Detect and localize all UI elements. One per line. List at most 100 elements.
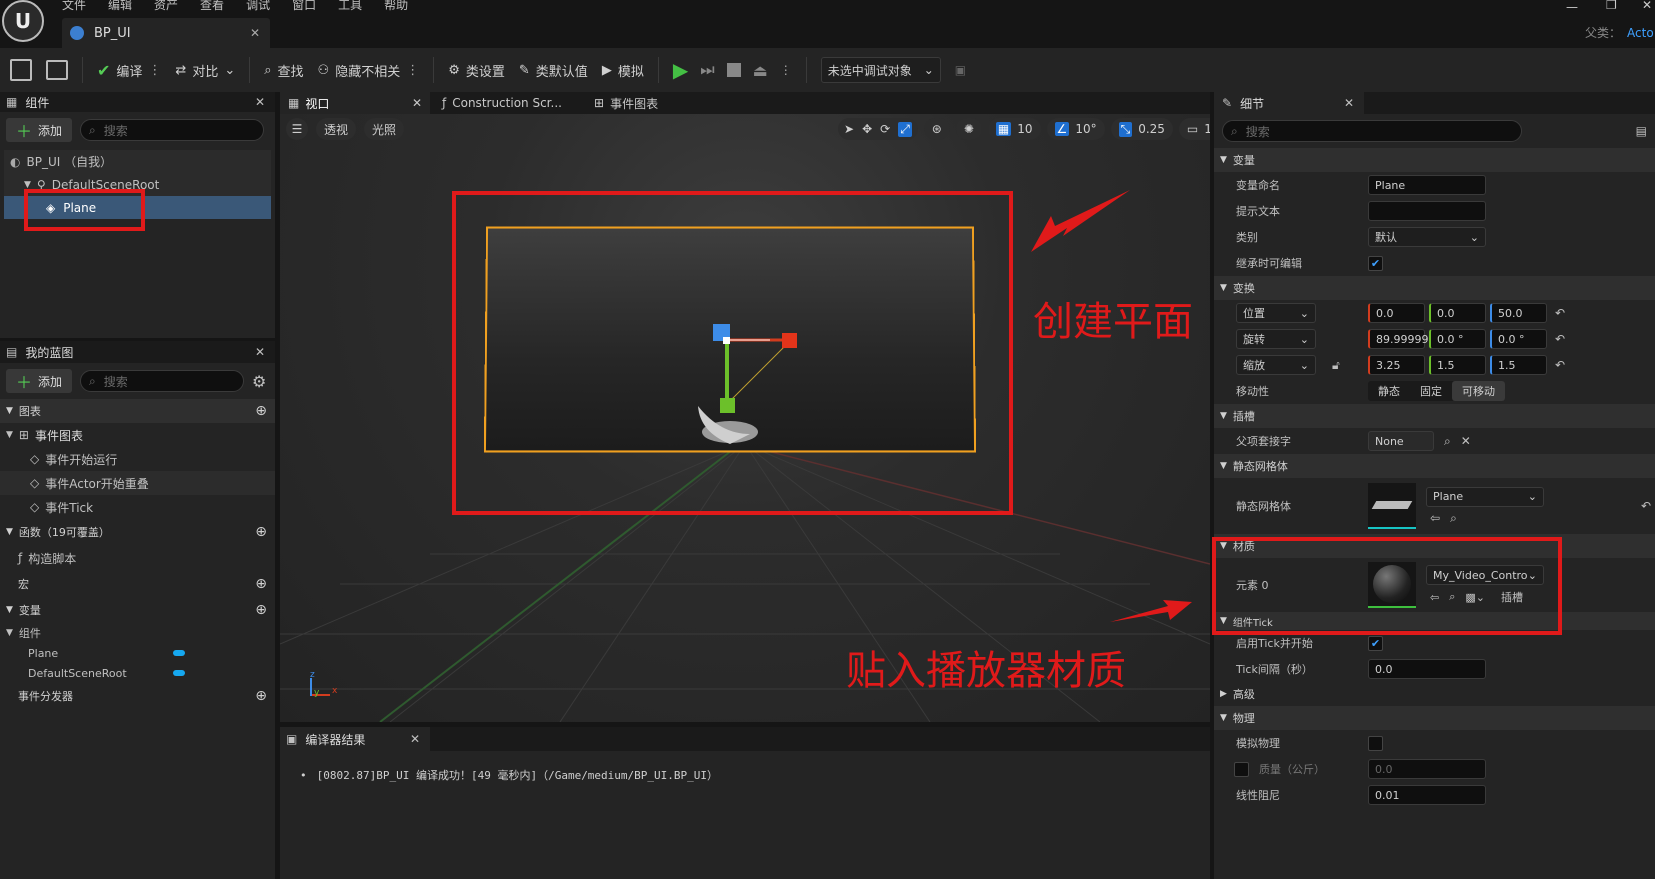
- add-graph-icon[interactable]: ⊕: [255, 403, 267, 419]
- section-transform[interactable]: ▼ 变换: [1214, 276, 1655, 300]
- play-options-icon[interactable]: ⋮: [780, 63, 792, 77]
- scale-dropdown[interactable]: 缩放 ⌄: [1236, 355, 1316, 375]
- scale-x-input[interactable]: 3.25: [1368, 355, 1425, 375]
- lock-icon[interactable]: 🔓︎: [1332, 358, 1360, 373]
- reset-icon[interactable]: ↶: [1555, 306, 1565, 320]
- rotation-dropdown[interactable]: 旋转 ⌄: [1236, 329, 1316, 349]
- tab-construction-script[interactable]: ƒ Construction Scr...: [434, 92, 582, 114]
- add-component-button[interactable]: ＋ 添加: [6, 118, 73, 142]
- use-selected-icon[interactable]: ⇦: [1430, 511, 1440, 525]
- variable-item[interactable]: Plane: [0, 643, 275, 663]
- mobility-stationary[interactable]: 固定: [1410, 381, 1452, 401]
- section-static-mesh[interactable]: ▼ 静态网格体: [1214, 454, 1655, 478]
- event-dispatchers-section[interactable]: 事件分发器 ⊕: [0, 683, 275, 709]
- menu-tools[interactable]: 工具: [338, 0, 362, 13]
- reset-icon[interactable]: ↶: [1555, 332, 1565, 346]
- class-settings-button[interactable]: ⚙ 类设置: [448, 61, 505, 80]
- linear-damping-input[interactable]: 0.01: [1368, 785, 1486, 805]
- debug-target-dropdown[interactable]: 未选中调试对象 ⌄: [820, 57, 941, 83]
- blueprint-search-input[interactable]: ⌕ 搜索: [80, 370, 245, 392]
- compiler-tab[interactable]: ▣ 编译器结果 ✕: [280, 727, 430, 751]
- event-graph-item[interactable]: ▼ ⊞ 事件图表: [0, 423, 275, 447]
- location-z-input[interactable]: 50.0: [1490, 303, 1547, 323]
- tab-event-graph[interactable]: ⊞ 事件图表: [586, 92, 666, 114]
- compile-button[interactable]: ✔ 编译 ⋮: [97, 61, 161, 80]
- stop-icon[interactable]: [726, 63, 741, 77]
- tooltip-input[interactable]: [1368, 201, 1486, 221]
- browse-asset-icon[interactable]: ⌕: [1450, 511, 1457, 526]
- construction-script-item[interactable]: ƒ 构造脚本: [0, 545, 275, 571]
- add-macro-icon[interactable]: ⊕: [255, 576, 267, 592]
- table-view-icon[interactable]: ▤: [1636, 124, 1647, 138]
- more-options-icon[interactable]: ⋮: [406, 63, 419, 78]
- static-mesh-dropdown[interactable]: Plane ⌄: [1426, 486, 1544, 507]
- class-defaults-button[interactable]: ✎ 类默认值: [519, 61, 588, 80]
- variable-name-input[interactable]: Plane: [1368, 175, 1486, 195]
- variables-section[interactable]: ▼ 变量 ⊕: [0, 597, 275, 623]
- section-variable[interactable]: ▼ 变量: [1214, 148, 1655, 172]
- parent-class-link[interactable]: Acto: [1627, 26, 1654, 40]
- location-x-input[interactable]: 0.0: [1368, 303, 1425, 323]
- section-sockets[interactable]: ▼ 插槽: [1214, 404, 1655, 428]
- tab-viewport[interactable]: ▦ 视口 ✕: [280, 92, 430, 114]
- details-tab[interactable]: ✎ 细节 ✕: [1214, 92, 1364, 114]
- event-item[interactable]: ◇ 事件Tick: [0, 495, 275, 519]
- caret-down-icon[interactable]: ▼: [24, 180, 31, 190]
- menu-file[interactable]: 文件: [62, 0, 86, 13]
- close-panel-icon[interactable]: ✕: [255, 345, 265, 359]
- scale-z-input[interactable]: 1.5: [1490, 355, 1547, 375]
- mesh-thumbnail[interactable]: [1368, 483, 1416, 529]
- components-group[interactable]: ▼ 组件: [0, 623, 275, 643]
- reset-icon[interactable]: ↶: [1641, 499, 1651, 513]
- doc-tab[interactable]: BP_UI ✕: [62, 18, 270, 48]
- menu-debug[interactable]: 调试: [246, 0, 270, 13]
- start-tick-checkbox[interactable]: ✔: [1368, 635, 1383, 651]
- close-panel-icon[interactable]: ✕: [255, 95, 265, 109]
- eject-icon[interactable]: ⏏: [753, 61, 768, 80]
- menu-help[interactable]: 帮助: [384, 0, 408, 13]
- mobility-movable[interactable]: 可移动: [1452, 381, 1505, 401]
- restore-icon[interactable]: ❐: [1606, 0, 1617, 12]
- menu-asset[interactable]: 资产: [154, 0, 178, 13]
- scale-y-input[interactable]: 1.5: [1429, 355, 1486, 375]
- play-icon[interactable]: ▶: [673, 58, 688, 82]
- functions-section[interactable]: ▼ 函数（19可覆盖） ⊕: [0, 519, 275, 545]
- gear-icon[interactable]: ⚙: [252, 372, 266, 391]
- debug-filter-icon[interactable]: ▣: [955, 63, 966, 77]
- minimize-icon[interactable]: —: [1566, 0, 1578, 14]
- event-item[interactable]: ◇ 事件Actor开始重叠: [0, 471, 275, 495]
- components-search-input[interactable]: ⌕ 搜索: [80, 119, 265, 141]
- mass-input[interactable]: 0.0: [1368, 759, 1486, 779]
- menu-view[interactable]: 查看: [200, 0, 224, 13]
- details-search-input[interactable]: ⌕ 搜索: [1222, 120, 1522, 142]
- close-tab-icon[interactable]: ✕: [412, 96, 422, 110]
- graphs-section[interactable]: ▼ 图表 ⊕: [0, 399, 275, 423]
- browse-icon[interactable]: [46, 60, 68, 80]
- section-advanced[interactable]: ▶ 高级: [1214, 682, 1655, 706]
- rotation-x-input[interactable]: 89.99999: [1368, 329, 1429, 349]
- step-icon[interactable]: ⏭: [700, 60, 714, 80]
- reset-icon[interactable]: ↶: [1555, 358, 1565, 372]
- add-variable-icon[interactable]: ⊕: [255, 602, 267, 618]
- variable-item[interactable]: DefaultSceneRoot: [0, 663, 275, 683]
- find-button[interactable]: ⌕ 查找: [264, 61, 303, 80]
- close-tab-icon[interactable]: ✕: [250, 26, 260, 40]
- add-function-icon[interactable]: ⊕: [255, 524, 267, 540]
- add-dispatcher-icon[interactable]: ⊕: [255, 688, 267, 704]
- mobility-static[interactable]: 静态: [1368, 381, 1410, 401]
- diff-button[interactable]: ⇄ 对比 ⌄: [175, 61, 235, 80]
- macros-section[interactable]: 宏 ⊕: [0, 571, 275, 597]
- hide-unrelated-button[interactable]: ⚇ 隐藏不相关 ⋮: [318, 61, 420, 80]
- menu-edit[interactable]: 编辑: [108, 0, 132, 13]
- save-icon[interactable]: [10, 59, 32, 81]
- section-physics[interactable]: ▼ 物理: [1214, 706, 1655, 730]
- menu-window[interactable]: 窗口: [292, 0, 316, 13]
- mass-override-checkbox[interactable]: [1234, 761, 1249, 777]
- browse-socket-icon[interactable]: ⌕: [1444, 434, 1451, 449]
- close-tab-icon[interactable]: ✕: [1344, 96, 1354, 110]
- editable-checkbox[interactable]: ✔: [1368, 255, 1383, 271]
- simulate-physics-checkbox[interactable]: [1368, 735, 1383, 751]
- location-y-input[interactable]: 0.0: [1429, 303, 1486, 323]
- tick-interval-input[interactable]: 0.0: [1368, 659, 1486, 679]
- rotation-z-input[interactable]: 0.0 °: [1490, 329, 1547, 349]
